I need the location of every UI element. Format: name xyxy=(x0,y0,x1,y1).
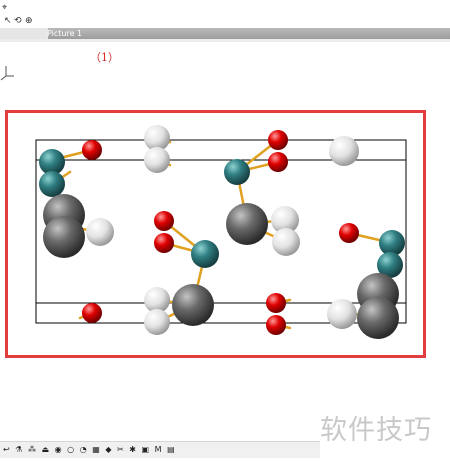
cluster-icon[interactable]: ⁂ xyxy=(28,442,36,458)
undo-icon[interactable]: ↩ xyxy=(3,442,10,458)
watermark: 软件技巧 xyxy=(320,415,432,446)
bottom-toolbar: ↩ ⚗ ⁂ ⏏ ◉ ○ ◔ ▦ ◆ ✂ ✱ ▣ M ▤ xyxy=(0,441,320,458)
molecule-icon[interactable]: ⚗ xyxy=(15,442,22,458)
star-icon[interactable]: ✱ xyxy=(129,442,136,458)
grid-icon[interactable]: ▦ xyxy=(92,442,100,458)
panel-icon[interactable]: ▤ xyxy=(167,442,175,458)
measure-icon[interactable]: M xyxy=(155,442,162,458)
half-circle-icon[interactable]: ◔ xyxy=(80,442,87,458)
highlight-frame xyxy=(5,110,426,358)
box-icon[interactable]: ▣ xyxy=(142,442,150,458)
cut-icon[interactable]: ✂ xyxy=(117,442,124,458)
atom-icon[interactable]: ◉ xyxy=(55,442,62,458)
circle-icon[interactable]: ○ xyxy=(67,442,74,458)
diamond-icon[interactable]: ◆ xyxy=(105,442,111,458)
eject-icon[interactable]: ⏏ xyxy=(42,442,50,458)
